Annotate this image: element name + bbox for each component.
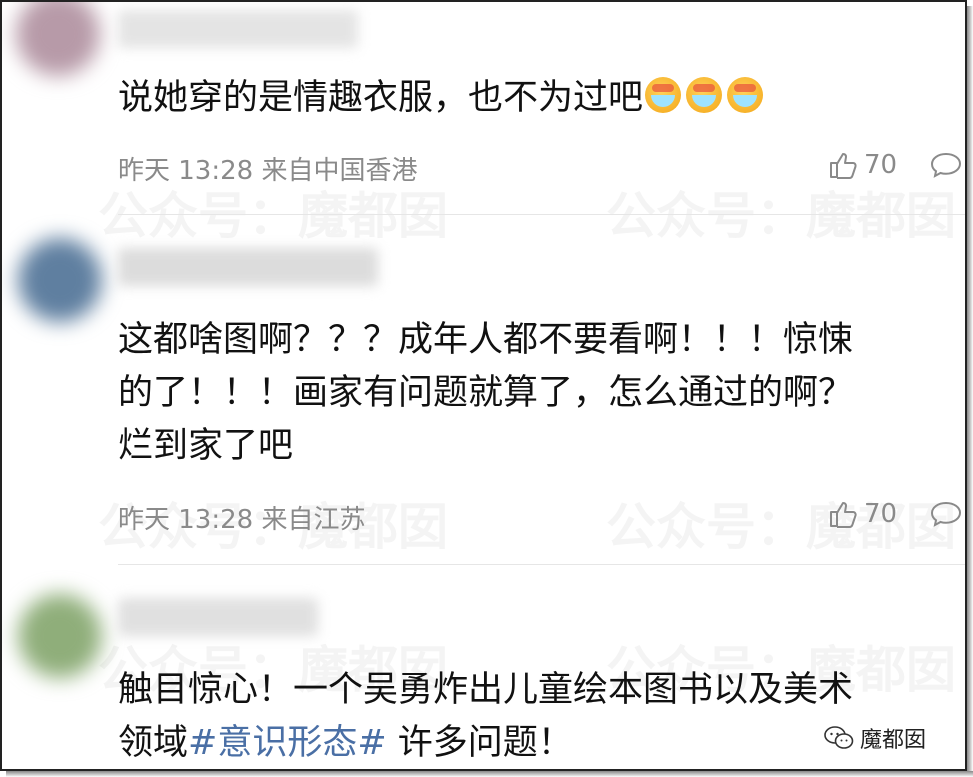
avatar[interactable]: [16, 2, 100, 76]
brand-name: 魔都囡: [860, 728, 927, 753]
frame-shadow-bottom: [6, 771, 973, 777]
comment-text-line: 烂到家了吧: [118, 426, 294, 466]
hot-face-emoji: [645, 77, 682, 113]
avatar[interactable]: [18, 594, 102, 678]
hot-face-emoji: [727, 77, 764, 113]
timestamp: 昨天 13:28: [118, 156, 254, 186]
emoji-group: [645, 76, 768, 129]
username-blurred[interactable]: [118, 598, 318, 636]
location: 来自中国香港: [261, 156, 418, 186]
comment-bubble-icon[interactable]: [930, 152, 962, 178]
avatar[interactable]: [18, 238, 102, 322]
hashtag-link[interactable]: #意识形态#: [188, 723, 387, 763]
comment-text-line: 的了！！！画家有问题就算了，怎么通过的啊？: [118, 373, 854, 413]
username-blurred[interactable]: [118, 248, 378, 286]
like-button[interactable]: 70: [828, 499, 897, 529]
username-blurred[interactable]: [118, 10, 358, 48]
wechat-icon: [824, 726, 854, 749]
hot-face-emoji: [686, 77, 723, 113]
comment-text-line: 触目惊心！一个吴勇炸出儿童绘本图书以及美术: [118, 670, 854, 710]
frame-shadow-right: [967, 6, 973, 777]
brand-watermark: 魔都囡: [824, 722, 926, 754]
like-count: 70: [864, 150, 898, 180]
location: 来自江苏: [261, 505, 366, 535]
timestamp: 昨天 13:28: [118, 505, 254, 535]
divider: [118, 214, 965, 215]
watermark: 公众号：魔都囡: [606, 176, 956, 248]
screenshot-frame: 公众号：魔都囡 公众号：魔都囡 公众号：魔都囡 公众号：魔都囡 公众号：魔都囡 …: [0, 0, 967, 771]
comment-text-segment: 领域: [118, 723, 189, 763]
comment-text: 说她穿的是情趣衣服，也不为过吧: [118, 72, 768, 129]
divider: [118, 564, 965, 565]
like-count: 70: [864, 499, 898, 529]
thumbs-up-icon: [830, 153, 857, 179]
comment-text-line: 说她穿的是情趣衣服，也不为过吧: [118, 78, 644, 118]
comment-text-line: 领域#意识形态# 许多问题！: [118, 717, 573, 769]
like-button[interactable]: 70: [828, 150, 897, 180]
watermark: 公众号：魔都囡: [606, 487, 956, 559]
comment-text-line: 这都啥图啊？？？成年人都不要看啊！！！惊悚: [118, 320, 854, 360]
comment-text-segment: 许多问题！: [386, 723, 573, 763]
thumbs-up-icon: [830, 502, 857, 528]
comment-meta: 昨天 13:28 来自中国香港: [118, 150, 417, 187]
comment-bubble-icon[interactable]: [930, 501, 962, 527]
comment-meta: 昨天 13:28 来自江苏: [118, 499, 365, 536]
